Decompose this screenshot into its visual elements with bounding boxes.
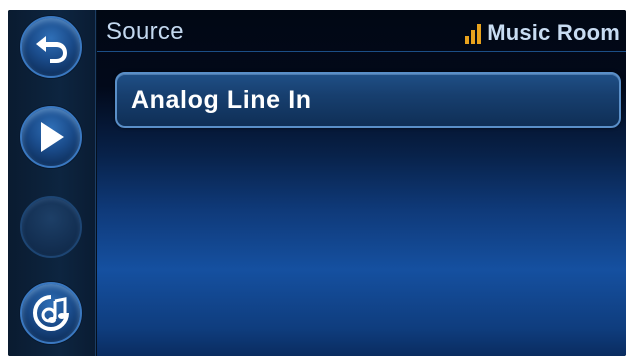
play-button[interactable]: [20, 106, 82, 168]
left-rail: [8, 10, 96, 356]
play-icon: [35, 119, 67, 155]
source-item-label: Analog Line In: [131, 85, 312, 114]
music-note-icon: [29, 291, 73, 335]
signal-strength-icon: [465, 24, 482, 46]
source-item-analog-line-in[interactable]: Analog Line In: [115, 72, 621, 128]
back-arrow-icon: [32, 30, 70, 64]
page-title: Source: [106, 18, 184, 45]
device-screen: Source Music Room Analog Line In: [8, 10, 626, 356]
back-button[interactable]: [20, 16, 82, 78]
empty-slot-button: [20, 196, 82, 258]
room-indicator[interactable]: Music Room: [465, 20, 620, 46]
music-button[interactable]: [20, 282, 82, 344]
room-name: Music Room: [487, 20, 620, 45]
header-bar: Source Music Room: [97, 10, 626, 52]
main-panel: Source Music Room Analog Line In: [97, 10, 626, 356]
